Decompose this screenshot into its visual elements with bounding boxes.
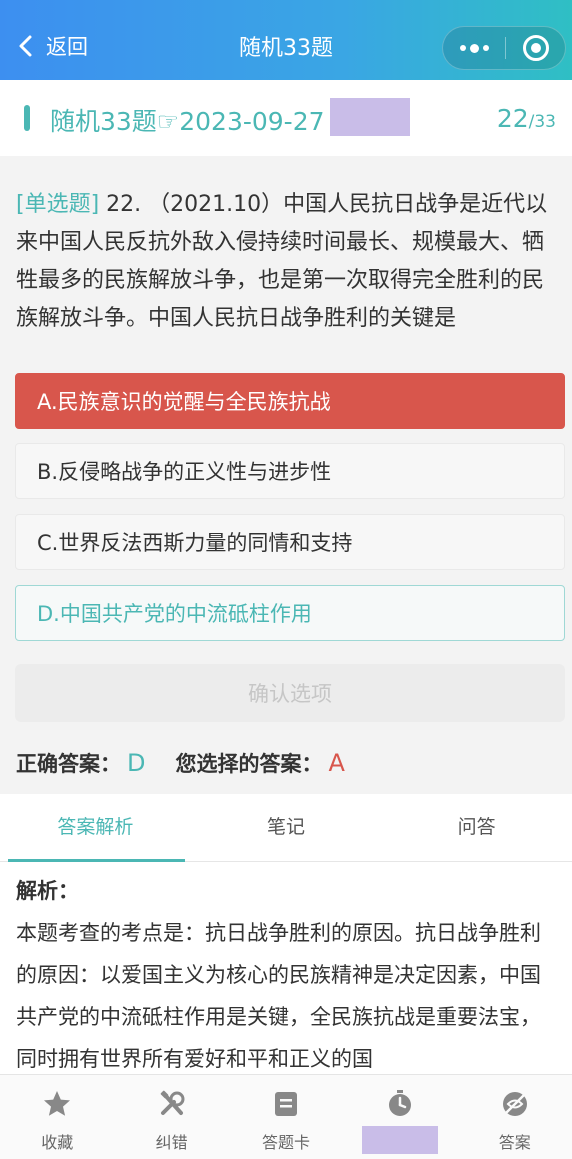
mini-program-capsule (442, 26, 566, 70)
favorite-button[interactable]: 收藏 (0, 1075, 114, 1159)
option-b[interactable]: B.反侵略战争的正义性与进步性 (15, 443, 565, 499)
tab-questions[interactable]: 问答 (381, 794, 572, 861)
tab-answer-analysis[interactable]: 答案解析 (0, 794, 191, 862)
report-error-label: 纠错 (155, 1133, 188, 1152)
capsule-divider (505, 37, 506, 59)
header-accent-bar (24, 105, 30, 131)
top-navigation-bar: 返回 随机33题 (0, 0, 572, 80)
correct-answer-value: D (127, 749, 146, 777)
star-icon (44, 1091, 71, 1116)
redacted-block (330, 98, 410, 136)
correct-answer-label: 正确答案： (16, 752, 121, 776)
more-menu-button[interactable] (443, 27, 505, 69)
hide-answer-label: 答案 (498, 1133, 531, 1152)
tab-notes[interactable]: 笔记 (191, 794, 382, 861)
answer-result: 正确答案： D 您选择的答案： A (16, 748, 345, 778)
confirm-button[interactable]: 确认选项 (15, 664, 565, 722)
more-dots-icon-right (482, 45, 489, 51)
total-questions: /33 (528, 112, 556, 132)
close-target-icon[interactable] (523, 35, 549, 61)
hide-answer-button[interactable]: 答案 (458, 1075, 572, 1159)
option-a[interactable]: A.民族意识的觉醒与全民族抗战 (15, 373, 565, 429)
detail-tabs: 答案解析 笔记 问答 (0, 794, 572, 862)
tools-icon (160, 1090, 185, 1115)
stopwatch-icon (389, 1090, 412, 1116)
current-question-number: 22 (496, 104, 529, 133)
chosen-answer-label: 您选择的答案： (175, 752, 323, 776)
quiz-title: 随机33题☞2023-09-27 (50, 107, 325, 136)
analysis-panel: 解析： 本题考查的考点是：抗日战争胜利的原因。抗日战争胜利的原因：以爱国主义为核… (0, 862, 572, 1074)
answer-card-button[interactable]: 答题卡 (229, 1075, 343, 1159)
answer-card-label: 答题卡 (261, 1133, 310, 1152)
chosen-answer-value: A (328, 749, 345, 777)
redacted-block-bottom (362, 1126, 438, 1154)
option-d[interactable]: D.中国共产党的中流砥柱作用 (15, 585, 565, 641)
more-dots-icon (459, 45, 466, 51)
hide-answer-icon (502, 1092, 527, 1116)
report-error-button[interactable]: 纠错 (114, 1075, 228, 1159)
favorite-label: 收藏 (41, 1133, 74, 1152)
question-text: [单选题] 22. （2021.10）中国人民抗日战争是近代以来中国人民反抗外敌… (16, 186, 562, 338)
quiz-header: 随机33题☞2023-09-27 22/33 (0, 80, 572, 156)
answer-card-icon (274, 1092, 297, 1116)
question-type-label: [单选题] (16, 192, 100, 217)
option-c[interactable]: C.世界反法西斯力量的同情和支持 (15, 514, 565, 570)
analysis-body: 本题考查的考点是：抗日战争胜利的原因。抗日战争胜利的原因：以爱国主义为核心的民族… (16, 921, 541, 1071)
analysis-title: 解析： (16, 879, 79, 903)
more-dots-icon-center (469, 43, 479, 53)
question-counter: 22/33 (497, 104, 556, 133)
bottom-toolbar: 收藏 纠错 答题卡 答案 (0, 1074, 572, 1159)
